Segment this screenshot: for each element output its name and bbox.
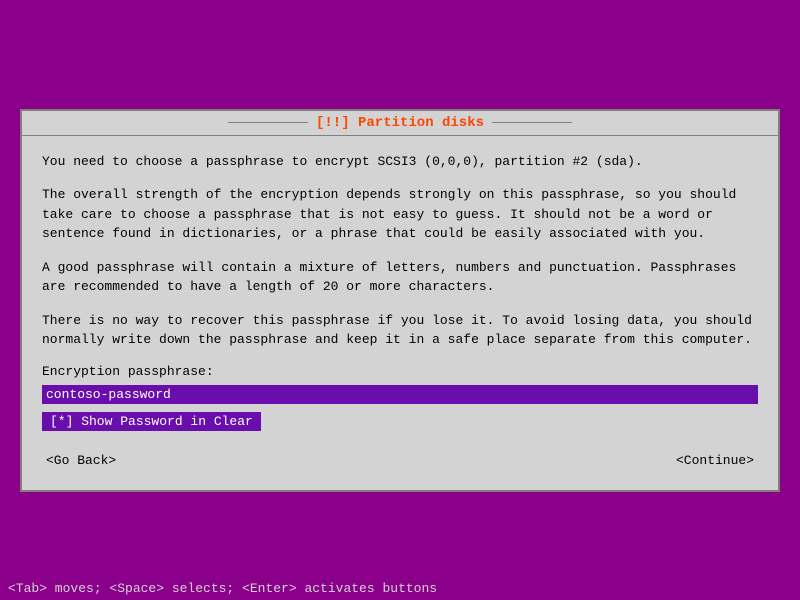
paragraph3: A good passphrase will contain a mixture…	[42, 258, 758, 297]
button-row: <Go Back> <Continue>	[42, 447, 758, 474]
title-border-right	[492, 122, 572, 123]
paragraph2: The overall strength of the encryption d…	[42, 185, 758, 244]
go-back-button[interactable]: <Go Back>	[42, 451, 120, 470]
show-password-checkbox[interactable]: [*] Show Password in Clear	[42, 412, 261, 431]
passphrase-input[interactable]	[42, 385, 758, 404]
title-border-left	[228, 122, 308, 123]
checkbox-label: [*] Show Password in Clear	[50, 414, 253, 429]
passphrase-input-row	[42, 385, 758, 404]
status-text: <Tab> moves; <Space> selects; <Enter> ac…	[8, 581, 437, 596]
continue-button[interactable]: <Continue>	[672, 451, 758, 470]
paragraph1: You need to choose a passphrase to encry…	[42, 152, 758, 172]
title-bar: [!!] Partition disks	[22, 111, 778, 136]
screen-container: [!!] Partition disks You need to choose …	[0, 0, 800, 600]
dialog-title: [!!] Partition disks	[316, 115, 484, 131]
dialog-content: You need to choose a passphrase to encry…	[22, 136, 778, 490]
dialog-box: [!!] Partition disks You need to choose …	[20, 109, 780, 492]
paragraph4: There is no way to recover this passphra…	[42, 311, 758, 350]
passphrase-label: Encryption passphrase:	[42, 364, 758, 379]
status-bar: <Tab> moves; <Space> selects; <Enter> ac…	[0, 577, 800, 600]
title-line: [!!] Partition disks	[228, 115, 572, 131]
